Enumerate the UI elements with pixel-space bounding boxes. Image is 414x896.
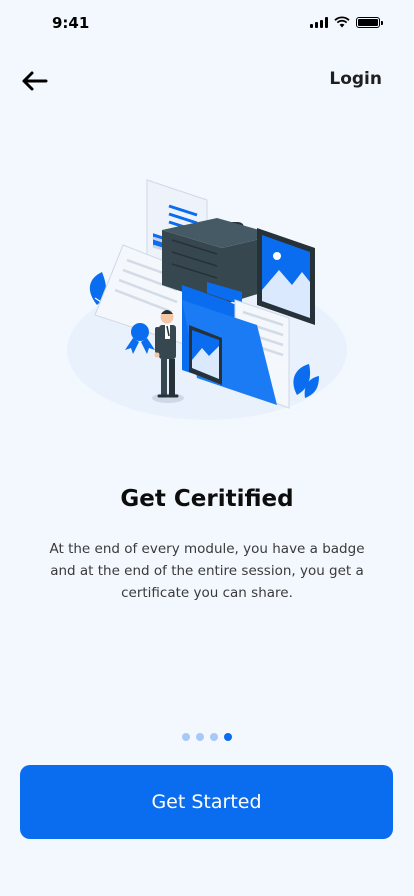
- back-button[interactable]: [16, 66, 52, 96]
- page-dot[interactable]: [196, 733, 204, 741]
- get-started-button[interactable]: Get Started: [20, 765, 393, 839]
- page-dot[interactable]: [182, 733, 190, 741]
- status-time: 9:41: [52, 14, 90, 32]
- page-dot[interactable]: [210, 733, 218, 741]
- page-dot-active[interactable]: [224, 733, 232, 741]
- status-bar: 9:41: [0, 0, 414, 46]
- battery-icon: [356, 16, 383, 28]
- certificate-illustration: [67, 179, 347, 420]
- page-indicator: [0, 733, 414, 741]
- page-description: At the end of every module, you have a b…: [49, 541, 365, 601]
- login-link[interactable]: Login: [329, 69, 382, 89]
- wifi-icon: [334, 16, 350, 28]
- arrow-left-icon: [22, 71, 48, 91]
- cellular-signal-icon: [310, 16, 328, 28]
- page-title: Get Ceritified: [120, 486, 294, 512]
- status-icons: [310, 16, 383, 28]
